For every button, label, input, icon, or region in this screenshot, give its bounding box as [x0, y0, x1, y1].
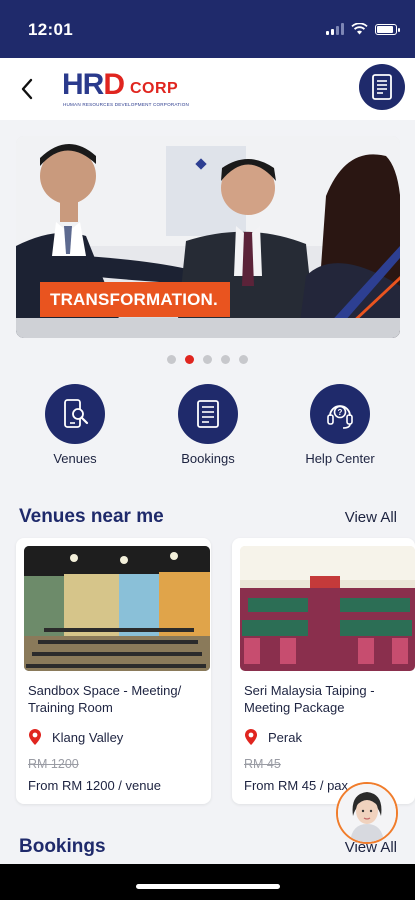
venue-old-price: RM 45 — [244, 757, 281, 771]
quick-action-circle — [45, 384, 105, 444]
hrdcorp-logo: HRD CORP HUMAN RESOURCES DEVELOPMENT COR… — [62, 68, 189, 110]
venue-price: From RM 1200 / venue — [28, 778, 161, 793]
chevron-left-icon — [21, 78, 33, 100]
venue-old-price: RM 1200 — [28, 757, 79, 771]
location-pin-icon — [245, 729, 257, 745]
document-list-icon — [372, 74, 392, 100]
venue-photo — [24, 546, 210, 671]
promo-banner[interactable]: TRANSFORMATION. — [16, 136, 400, 338]
assistant-avatar — [338, 784, 396, 842]
quick-action-label: Help Center — [305, 451, 375, 466]
venues-view-all-link[interactable]: View All — [345, 509, 397, 526]
carousel-dot[interactable] — [167, 355, 176, 364]
status-bar: 12:01 — [0, 0, 415, 58]
venue-location-text: Perak — [268, 729, 302, 745]
venue-photo — [240, 546, 415, 671]
wifi-icon — [351, 23, 368, 35]
battery-icon — [375, 23, 400, 35]
status-icons — [326, 22, 400, 36]
assistant-avatar-button[interactable] — [336, 782, 398, 844]
banner-caption: TRANSFORMATION. — [40, 282, 230, 317]
carousel-dots — [0, 355, 415, 364]
venue-card[interactable]: Seri Malaysia Taiping - Meeting Package … — [232, 538, 415, 804]
logo-text-corp: CORP — [130, 80, 179, 97]
venue-price: From RM 45 / pax — [244, 778, 349, 793]
venue-location-text: Klang Valley — [52, 729, 124, 745]
quick-action-circle: ? — [310, 384, 370, 444]
phone-search-icon — [64, 399, 89, 428]
location-pin-icon — [29, 729, 41, 745]
home-indicator[interactable] — [136, 884, 280, 889]
quick-action-circle — [178, 384, 238, 444]
status-time: 12:01 — [28, 20, 73, 39]
venues-section-title: Venues near me — [19, 506, 164, 527]
home-bar-area — [0, 864, 415, 900]
quick-action-help-center[interactable]: ? Help Center — [290, 384, 390, 466]
venue-name: Seri Malaysia Taiping - Meeting Package — [244, 683, 375, 715]
venue-location: Perak — [244, 728, 302, 746]
venue-name: Sandbox Space - Meeting/ Training Room — [28, 683, 182, 715]
venue-card[interactable]: Sandbox Space - Meeting/ Training Room K… — [16, 538, 211, 804]
svg-text:?: ? — [338, 408, 343, 417]
app-header: HRD CORP HUMAN RESOURCES DEVELOPMENT COR… — [0, 58, 415, 120]
headset-help-icon: ? — [327, 405, 353, 429]
logo-text-main: HRD — [62, 68, 125, 101]
carousel-dot[interactable] — [221, 355, 230, 364]
carousel-dot-active[interactable] — [185, 355, 194, 364]
back-button[interactable] — [14, 74, 40, 104]
carousel-dot[interactable] — [203, 355, 212, 364]
bookings-section-title: Bookings — [19, 836, 106, 857]
document-list-icon — [197, 400, 219, 428]
quick-action-label: Venues — [53, 451, 97, 466]
menu-button[interactable] — [359, 64, 405, 110]
cellular-signal-icon — [326, 23, 344, 35]
quick-action-venues[interactable]: Venues — [25, 384, 125, 466]
carousel-dot[interactable] — [239, 355, 248, 364]
venue-location: Klang Valley — [28, 728, 123, 746]
logo-tagline: HUMAN RESOURCES DEVELOPMENT CORPORATION — [63, 102, 190, 107]
quick-action-bookings[interactable]: Bookings — [158, 384, 258, 466]
quick-action-label: Bookings — [181, 451, 235, 466]
